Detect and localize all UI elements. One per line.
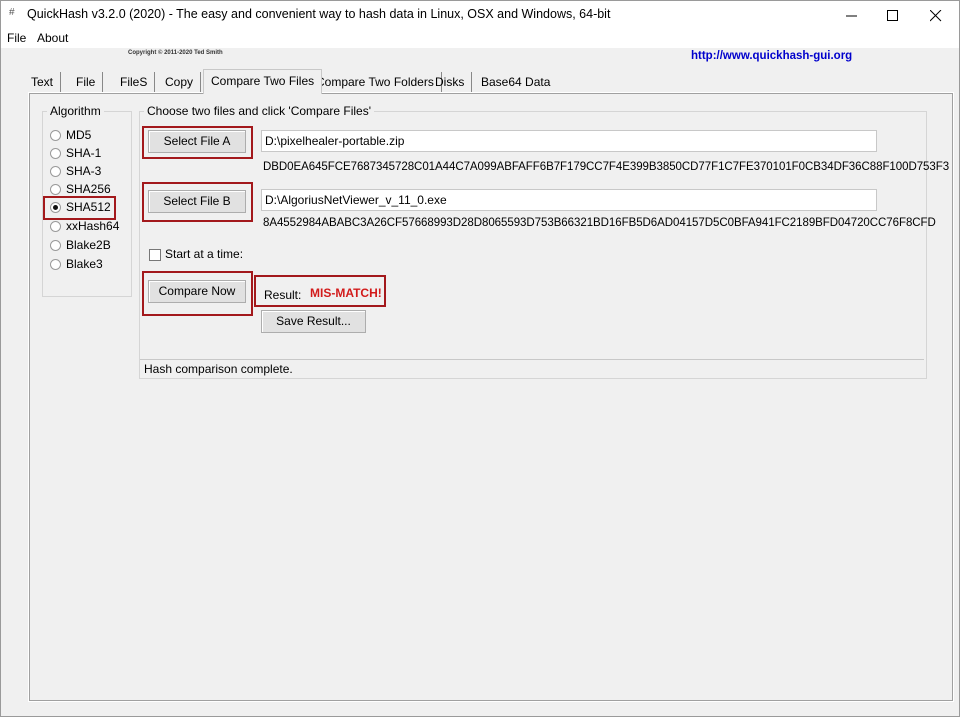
radio-label: SHA512 (66, 200, 111, 214)
menu-about[interactable]: About (37, 31, 68, 45)
maximize-icon (887, 10, 898, 21)
select-file-b-button[interactable]: Select File B (148, 190, 246, 213)
maximize-button[interactable] (870, 1, 916, 30)
file-b-path-field[interactable]: D:\AlgoriusNetViewer_v_11_0.exe (261, 189, 877, 211)
file-b-hash: 8A4552984ABABC3A26CF57668993D28D8065593D… (263, 217, 936, 229)
radio-label: SHA-1 (66, 146, 102, 160)
minimize-button[interactable] (829, 1, 875, 30)
tab-copy[interactable]: Copy (158, 72, 202, 92)
copyright-text: Copyright © 2011-2020 Ted Smith (128, 50, 223, 56)
radio-label: Blake3 (66, 257, 103, 271)
tab-base64-data[interactable]: Base64 Data (474, 72, 557, 92)
tab-disks[interactable]: Disks (428, 72, 473, 92)
start-at-time-checkbox[interactable] (149, 249, 161, 261)
radio-button[interactable] (50, 148, 61, 159)
radio-button-selected[interactable] (50, 202, 61, 213)
status-text: Hash comparison complete. (144, 362, 293, 376)
radio-button[interactable] (50, 240, 61, 251)
window-title: QuickHash v3.2.0 (2020) - The easy and c… (27, 7, 611, 21)
radio-label: SHA-3 (66, 164, 102, 178)
radio-button[interactable] (50, 184, 61, 195)
close-button[interactable] (913, 1, 959, 30)
tab-compare-two-folders[interactable]: Compare Two Folders (309, 72, 442, 92)
radio-button[interactable] (50, 221, 61, 232)
select-file-a-button[interactable]: Select File A (148, 130, 246, 153)
radio-button[interactable] (50, 130, 61, 141)
compare-group-title: Choose two files and click 'Compare File… (144, 104, 375, 118)
tab-compare-two-files[interactable]: Compare Two Files (203, 69, 323, 94)
radio-button[interactable] (50, 259, 61, 270)
radio-label: xxHash64 (66, 219, 120, 233)
tab-text[interactable]: Text (24, 72, 62, 92)
result-label: Result: (264, 288, 302, 302)
website-link[interactable]: http://www.quickhash-gui.org (691, 50, 852, 62)
minimize-icon (846, 15, 857, 17)
menu-file[interactable]: File (7, 31, 26, 45)
file-a-path-field[interactable]: D:\pixelhealer-portable.zip (261, 130, 877, 152)
close-icon (930, 10, 942, 22)
tab-file[interactable]: File (69, 72, 104, 92)
radio-label: MD5 (66, 128, 92, 142)
algorithm-group-title: Algorithm (47, 104, 104, 118)
radio-label: Blake2B (66, 238, 111, 252)
app-icon: # (9, 7, 15, 18)
start-at-time-label: Start at a time: (165, 247, 244, 261)
tab-files[interactable]: FileS (113, 72, 156, 92)
radio-button[interactable] (50, 166, 61, 177)
status-divider (140, 359, 924, 360)
radio-label: SHA256 (66, 182, 111, 196)
file-a-hash: DBD0EA645FCE7687345728C01A44C7A099ABFAFF… (263, 161, 950, 173)
result-value: MIS-MATCH! (310, 286, 382, 300)
menu-bar (1, 30, 959, 48)
save-result-button[interactable]: Save Result... (261, 310, 366, 333)
compare-now-button[interactable]: Compare Now (148, 280, 246, 303)
